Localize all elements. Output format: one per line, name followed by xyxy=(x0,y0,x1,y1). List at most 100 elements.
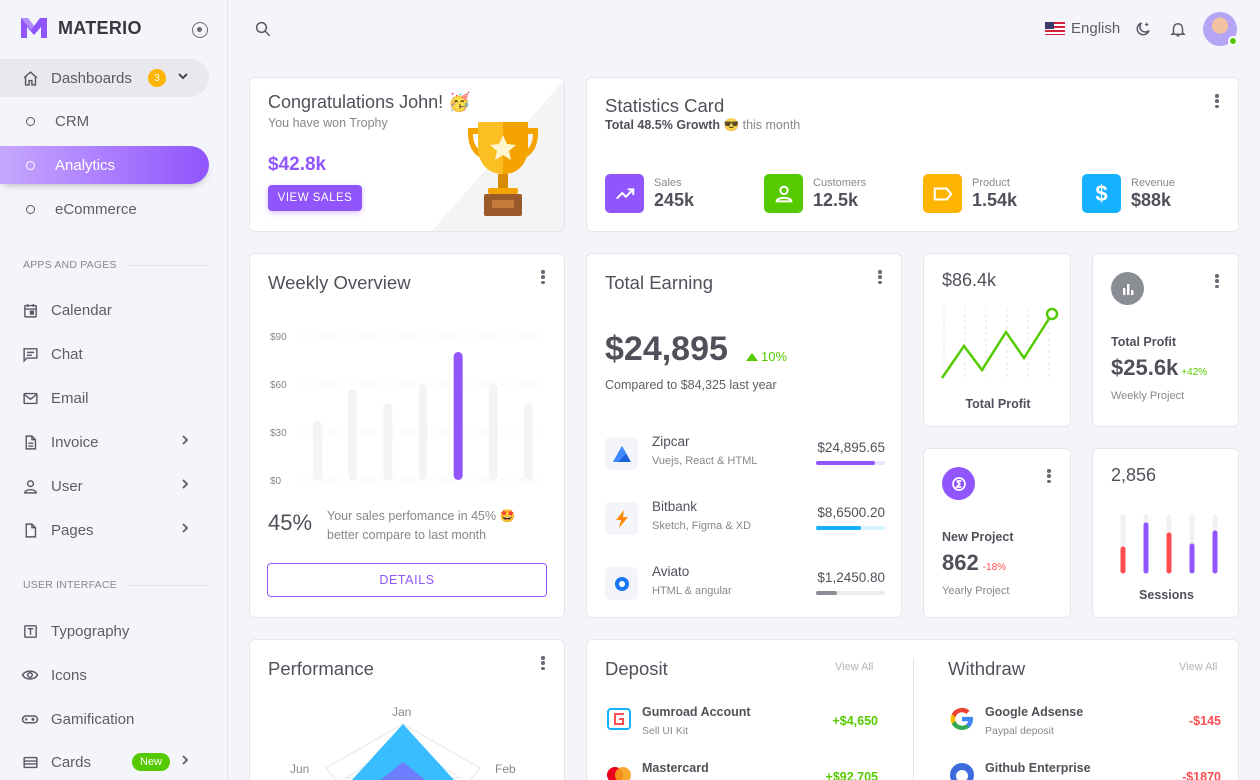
sessions-bar-chart xyxy=(1120,514,1218,574)
sidebar-item-dashboards[interactable]: Dashboards 3 xyxy=(0,59,209,97)
statistics-growth: Total 48.5% Growth 😎 this month xyxy=(605,118,801,132)
earning-progress xyxy=(816,591,885,595)
moon-icon[interactable] xyxy=(1134,20,1152,43)
weekly-bar-chart: $90 $60 $30 $0 xyxy=(270,332,546,487)
circle-bullet-icon xyxy=(21,200,39,218)
sidebar: MATERIO Dashboards 3 CRM Analytics eComm… xyxy=(0,0,228,780)
sidebar-item-label: Cards xyxy=(51,753,92,771)
brand[interactable]: MATERIO xyxy=(20,16,142,40)
mastercard-logo-icon xyxy=(605,761,633,780)
github-logo-icon xyxy=(948,761,976,780)
home-icon xyxy=(21,69,39,87)
sessions-value: 2,856 xyxy=(1111,465,1157,485)
sidebar-item-ecommerce[interactable]: eCommerce xyxy=(0,190,209,228)
congrats-amount: $42.8k xyxy=(268,154,327,175)
withdraw-view-all-link[interactable]: View All xyxy=(1179,661,1217,673)
radar-label-jan: Jan xyxy=(392,705,412,719)
trending-up-icon xyxy=(605,174,644,213)
account-icon xyxy=(764,174,803,213)
view-sales-button[interactable]: VIEW SALES xyxy=(268,185,362,211)
more-options-icon[interactable] xyxy=(873,268,887,286)
weekly-description: Your sales perfomance in 45% 🤩 better co… xyxy=(327,509,516,542)
sidebar-item-calendar[interactable]: Calendar xyxy=(0,291,209,329)
chart-bar xyxy=(523,403,533,480)
bell-icon[interactable] xyxy=(1169,20,1187,43)
earning-item-aviato: Aviato HTML & angular $1,2450.80 xyxy=(605,564,885,608)
language-selector[interactable]: English xyxy=(1045,20,1120,37)
y-tick-label: $90 xyxy=(270,332,287,343)
aviato-logo-icon xyxy=(605,567,638,600)
chevron-right-icon xyxy=(179,477,191,495)
deposit-item-gumroad: Gumroad Account Sell UI Kit +$4,650 xyxy=(605,705,878,745)
y-tick-label: $60 xyxy=(270,380,287,391)
sidebar-item-invoice[interactable]: Invoice xyxy=(0,423,209,461)
earning-progress xyxy=(816,461,885,465)
deposit-item-mastercard: Mastercard +$92,705 xyxy=(605,761,878,780)
total-profit-card: Total Profit $25.6k +42% Weekly Project xyxy=(1092,253,1239,427)
deposit-title: Deposit xyxy=(605,658,668,679)
weekly-overview-card: Weekly Overview $90 $60 $30 $0 45% Your sal… xyxy=(249,253,565,618)
chart-bar xyxy=(383,403,393,480)
sidebar-item-chat[interactable]: Chat xyxy=(0,335,209,373)
deposit-withdraw-card: Deposit View All Gumroad Account Sell UI… xyxy=(586,639,1239,780)
typography-icon xyxy=(21,622,39,640)
deposit-view-all-link[interactable]: View All xyxy=(835,661,873,673)
stat-product: Product 1.54k xyxy=(923,174,1017,213)
arrow-up-icon xyxy=(746,352,758,361)
sidebar-item-pages[interactable]: Pages xyxy=(0,511,209,549)
earning-item-bitbank: Bitbank Sketch, Figma & XD $8,6500.20 xyxy=(605,499,885,543)
eye-icon xyxy=(21,666,39,684)
sidebar-item-crm[interactable]: CRM xyxy=(0,102,209,140)
more-options-icon[interactable] xyxy=(536,654,550,672)
sidebar-pin-icon[interactable] xyxy=(192,22,208,38)
y-tick-label: $0 xyxy=(270,476,282,487)
earning-progress xyxy=(816,526,885,530)
new-project-sub: Yearly Project xyxy=(942,585,1010,597)
earning-item-zipcar: Zipcar Vuejs, React & HTML $24,895.65 xyxy=(605,434,885,478)
zipcar-logo-icon xyxy=(605,437,638,470)
congrats-title: Congratulations John! 🥳 xyxy=(268,92,471,112)
new-badge: New xyxy=(132,753,171,771)
sidebar-item-user[interactable]: User xyxy=(0,467,209,505)
chat-icon xyxy=(21,345,39,363)
sidebar-item-email[interactable]: Email xyxy=(0,379,209,417)
chevron-right-icon xyxy=(179,521,191,539)
more-options-icon[interactable] xyxy=(536,268,550,286)
sidebar-item-analytics[interactable]: Analytics xyxy=(0,146,209,184)
invoice-icon xyxy=(21,433,39,451)
search-icon[interactable] xyxy=(254,20,272,43)
sidebar-item-label: Analytics xyxy=(55,156,116,174)
sidebar-item-typography[interactable]: Typography xyxy=(0,612,209,650)
earning-amount: $24,895 xyxy=(605,330,728,368)
chevron-down-icon xyxy=(177,69,189,87)
circle-bullet-icon xyxy=(21,112,39,130)
profit-line-value: $86.4k xyxy=(942,270,997,290)
sidebar-item-cards[interactable]: Cards New xyxy=(0,743,209,780)
sidebar-item-gamification[interactable]: Gamification xyxy=(0,700,209,738)
sidebar-item-label: Calendar xyxy=(51,301,112,319)
total-profit-value: $25.6k +42% xyxy=(1111,355,1208,380)
section-title-ui: USER INTERFACE xyxy=(23,579,209,591)
sidebar-item-icons[interactable]: Icons xyxy=(0,656,209,694)
sidebar-item-label: Typography xyxy=(51,622,130,640)
more-options-icon[interactable] xyxy=(1210,272,1224,290)
email-icon xyxy=(21,389,39,407)
sessions-card: 2,856 Sessions xyxy=(1092,448,1239,618)
pages-icon xyxy=(21,521,39,539)
chart-bar xyxy=(453,352,463,480)
sidebar-item-label: Invoice xyxy=(51,433,99,451)
dashboards-count-badge: 3 xyxy=(148,69,166,87)
chart-bar xyxy=(418,384,428,480)
profit-line-chart xyxy=(940,307,1059,380)
withdraw-item-google-adsense: Google Adsense Paypal deposit -$145 xyxy=(948,705,1221,745)
withdraw-item-github: Github Enterprise -$1870 xyxy=(948,761,1221,780)
total-earning-card: Total Earning $24,895 10% Compared to $8… xyxy=(586,253,902,618)
more-options-icon[interactable] xyxy=(1210,92,1224,110)
details-button[interactable]: DETAILS xyxy=(267,563,547,597)
more-options-icon[interactable] xyxy=(1042,467,1056,485)
dollar-icon: $ xyxy=(1082,174,1121,213)
user-icon xyxy=(21,477,39,495)
sidebar-item-label: Chat xyxy=(51,345,83,363)
chart-bar xyxy=(348,388,358,480)
language-label: English xyxy=(1071,20,1121,37)
